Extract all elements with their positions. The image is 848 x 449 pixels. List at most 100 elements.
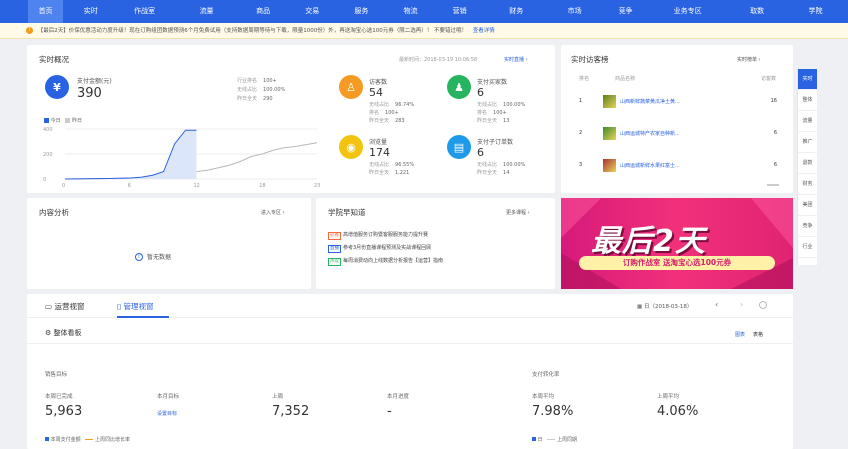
nav-6[interactable]: 服务 [345, 0, 378, 23]
nav-14[interactable]: 学院 [797, 0, 834, 23]
nav-7[interactable]: 物流 [392, 0, 429, 23]
nav-5[interactable]: 交易 [294, 0, 331, 23]
date-picker[interactable]: ▦ 日（2018-03-18） [637, 302, 692, 310]
nav-9[interactable]: 财务 [490, 0, 542, 23]
yuan-icon: ¥ [45, 75, 69, 99]
x-tick-label: 23 [314, 183, 320, 189]
pay-label: 支付金额(元) [77, 78, 112, 85]
visitors-title: 实时访客榜 [571, 55, 609, 64]
nav-3[interactable]: 流量 [181, 0, 233, 23]
toggle-chart[interactable]: 图表 [735, 331, 745, 338]
chart-legend: 今日 昨日 [44, 117, 82, 124]
product-name[interactable]: 山西运城特产农家自种新... [620, 130, 730, 137]
settings-icon[interactable] [759, 301, 767, 309]
visitors-link[interactable]: 实时榜单 › [737, 56, 761, 63]
metric-name: 支付买家数 [477, 79, 508, 86]
notice-detail-link[interactable]: 查看详情 [473, 28, 495, 34]
update-time: 最新时间：2018-03-19 10:06:58 [399, 57, 478, 63]
metric-line: 无线占比 100.00% [477, 102, 526, 108]
metric-icon: ♟ [447, 75, 471, 99]
list-item[interactable]: 热议 每周消费动向上线数据分析报告【运营】指南 [328, 257, 443, 266]
metric-icon: ◉ [339, 135, 363, 159]
kpi-label: 本周已完成 [45, 394, 73, 400]
nav-11[interactable]: 竞争 [607, 0, 644, 23]
toggle-table[interactable]: 表格 [753, 331, 763, 338]
tab-management[interactable]: ▯ 管理视窗 [117, 301, 154, 312]
side-tab-4[interactable]: 退款 [798, 153, 817, 174]
section-title: ⚙ 整体看板 [45, 329, 82, 337]
x-tick-label: 18 [259, 183, 265, 189]
prev-date-icon[interactable]: ‹ [715, 300, 718, 309]
pay-stat: 昨日全天 290 [237, 96, 273, 102]
nav-10[interactable]: 市场 [556, 0, 593, 23]
pay-value: 390 [77, 86, 102, 101]
visitor-count: 16 [770, 98, 777, 104]
banner-title: 最后2天 [591, 224, 706, 259]
metric-line: 无线占比 100.00% [477, 162, 526, 168]
side-tab-7[interactable]: 竞争 [798, 216, 817, 237]
col-rank: 排名 [579, 76, 590, 82]
side-tab-6[interactable]: 美团 [798, 195, 817, 216]
kpi-value: 7,352 [272, 404, 310, 419]
nav-4[interactable]: 商品 [246, 0, 279, 23]
col-name: 商品名称 [615, 76, 636, 82]
visitor-count: 6 [773, 162, 777, 168]
kpi-value: - [387, 404, 392, 419]
realtime-visitors-card: 实时访客榜 实时榜单 › 排名 商品名称 访客数 1 山西新鲜蔬菜黄瓜净土黄... 16… [561, 45, 793, 193]
live-link[interactable]: 实时直播 › [504, 56, 528, 63]
side-tab-0[interactable]: 实时 [798, 69, 817, 90]
series-area-today [65, 130, 197, 179]
nav-8[interactable]: 营销 [443, 0, 476, 23]
side-tab-3[interactable]: 推广 [798, 132, 817, 153]
set-target-link[interactable]: 设置目标 [157, 410, 177, 417]
tab-underline [117, 316, 169, 318]
side-tab-2[interactable]: 流量 [798, 111, 817, 132]
next-date-icon[interactable]: › [740, 300, 743, 309]
promo-banner[interactable]: 最后2天 订购作战室 送淘宝心选100元券 [561, 198, 793, 289]
x-tick-label: 12 [193, 183, 199, 189]
list-item[interactable]: 直播 参考3月份直播课程预测及实战课程回顾 [328, 244, 431, 253]
side-tab-1[interactable]: 整体 [798, 90, 817, 111]
nav-0[interactable]: 首页 [28, 0, 64, 23]
rank: 2 [579, 130, 583, 136]
metric-name: 支付子订单数 [477, 139, 514, 146]
tab-operations[interactable]: ▭ 运营视窗 [45, 301, 84, 312]
nav-13[interactable]: 取数 [731, 0, 783, 23]
list-item[interactable]: 必看 高增值服务订购暨客服服务能力提升赛 [328, 231, 428, 240]
y-tick-label: 0 [43, 177, 46, 183]
nav-2[interactable]: 作战室 [122, 0, 166, 23]
metric-icon: ♙ [339, 75, 363, 99]
kpi-label: 本月进度 [387, 394, 410, 400]
pager-dot[interactable] [767, 184, 779, 186]
pay-stat: 无线占比 100.00% [237, 87, 286, 93]
side-tab-8[interactable]: 行业 [798, 237, 817, 258]
product-thumb [603, 126, 616, 140]
news-text: 高增值服务订购暨客服服务能力提升赛 [343, 232, 429, 238]
list-item[interactable]: 2 山西运城特产农家自种新... 6 [571, 123, 785, 143]
x-tick-label: 0 [62, 183, 65, 189]
metric-value: 54 [369, 86, 383, 99]
list-item[interactable]: 1 山西新鲜蔬菜黄瓜净土黄... 16 [571, 91, 785, 111]
metric-line: 昨日全天 14 [477, 170, 510, 176]
product-name[interactable]: 山西运城新鲜水果红富士... [620, 162, 730, 169]
notice-bar: ! 【最后2天】价保优惠活动力度升级！现在订购组团数据预测6个月免费试用（支持数… [0, 23, 848, 39]
side-tab-5[interactable]: 财务 [798, 174, 817, 195]
nav-1[interactable]: 实时 [73, 0, 108, 23]
y-tick-label: 400 [43, 127, 53, 133]
school-link[interactable]: 更多课程 › [506, 209, 530, 216]
view-tabs: ▭ 运营视窗 ▯ 管理视窗 ▦ 日（2018-03-18） ‹ › [27, 294, 793, 318]
notice-text: 【最后2天】价保优惠活动力度升级！现在订购组团数据预测6个月免费试用（支持数据周… [37, 28, 467, 34]
banner-subtitle: 订购作战室 送淘宝心选100元券 [579, 256, 775, 270]
conv-label: 本周平均 [532, 394, 555, 400]
metric-line: 排名 100+ [369, 110, 399, 116]
content-link[interactable]: 进入专区 › [261, 209, 285, 216]
rank: 1 [579, 98, 583, 104]
product-name[interactable]: 山西新鲜蔬菜黄瓜净土黄... [620, 98, 730, 105]
list-item[interactable]: 3 山西运城新鲜水果红富士... 6 [571, 155, 785, 175]
content-title: 内容分析 [39, 208, 69, 217]
conversion-legend: 日 上周同期 [532, 436, 577, 443]
metric-line: 无线占比 96.74% [369, 102, 415, 108]
y-tick-label: 200 [43, 152, 53, 158]
nav-12[interactable]: 业务专区 [658, 0, 717, 23]
metric-line: 昨日全天 1,221 [369, 170, 410, 176]
